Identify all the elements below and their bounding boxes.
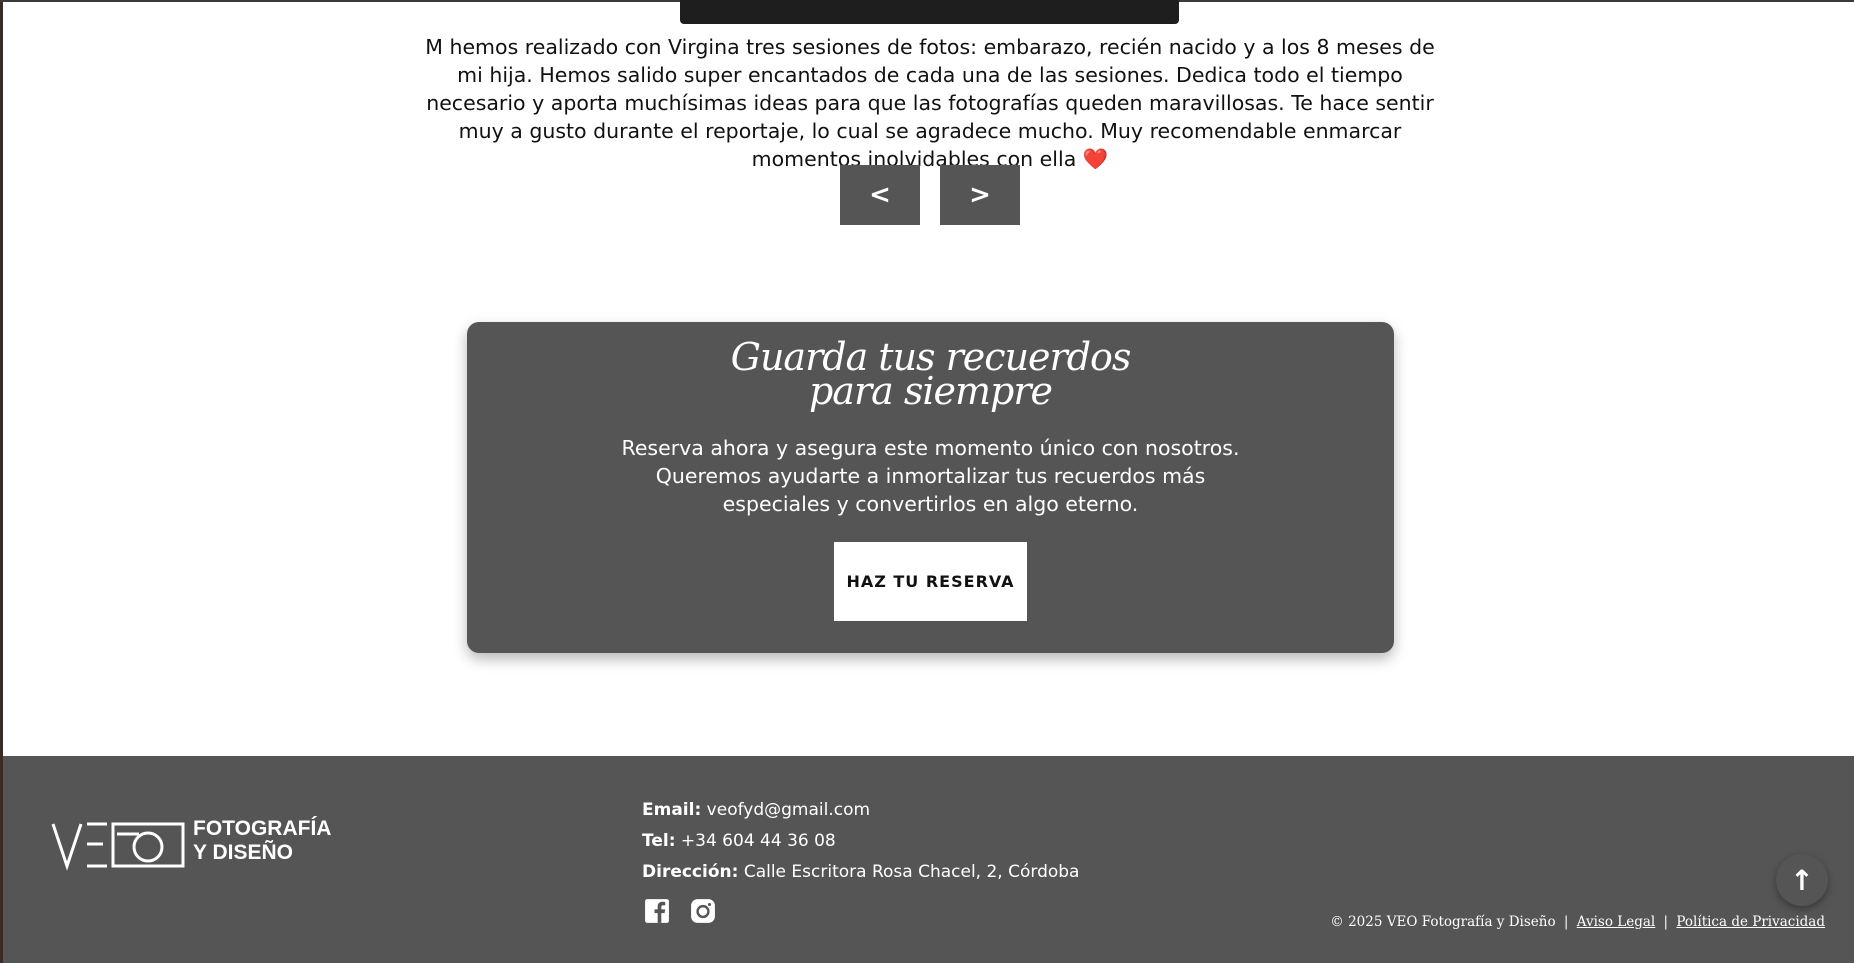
top-banner [680, 0, 1179, 24]
logo-line2: Y DISEÑO [193, 841, 293, 864]
separator: | [1563, 914, 1569, 930]
email-row: Email: veofyd@gmail.com [642, 798, 1079, 829]
scroll-to-top-button[interactable]: ↑ [1776, 854, 1828, 906]
cta-description: Reserva ahora y asegura este momento úni… [467, 434, 1394, 518]
reserve-button[interactable]: HAZ TU RESERVA [834, 542, 1027, 621]
social-links [644, 898, 716, 924]
email-value[interactable]: veofyd@gmail.com [707, 800, 870, 820]
testimonial-text: M hemos realizado con Virgina tres sesio… [420, 33, 1440, 173]
cta-title: Guarda tus recuerdos para siempre [467, 338, 1394, 413]
testimonial-body: M hemos realizado con Virgina tres sesio… [425, 35, 1435, 171]
instagram-icon[interactable] [690, 898, 716, 924]
logo-wordmark: FOTOGRAFÍA Y DISEÑO [193, 817, 331, 865]
heart-icon: ❤️ [1082, 147, 1109, 171]
address-label: Dirección: [642, 862, 739, 882]
tel-value[interactable]: +34 604 44 36 08 [681, 831, 836, 851]
prev-button[interactable]: < [840, 165, 920, 225]
next-button[interactable]: > [940, 165, 1020, 225]
tel-row: Tel: +34 604 44 36 08 [642, 829, 1079, 860]
address-value: Calle Escritora Rosa Chacel, 2, Córdoba [743, 862, 1080, 882]
address-row: Dirección: Calle Escritora Rosa Chacel, … [642, 860, 1079, 891]
cta-description-text: Reserva ahora y asegura este momento úni… [621, 436, 1240, 516]
facebook-icon[interactable] [644, 898, 670, 924]
privacy-policy-link[interactable]: Política de Privacidad [1676, 914, 1825, 930]
legal-notice-link[interactable]: Aviso Legal [1577, 914, 1655, 930]
email-label: Email: [642, 800, 702, 820]
arrow-up-icon: ↑ [1790, 863, 1814, 897]
copyright-text: © 2025 VEO Fotografía y Diseño [1330, 914, 1556, 930]
separator: | [1663, 914, 1669, 930]
tel-label: Tel: [642, 831, 676, 851]
footer: FOTOGRAFÍA Y DISEÑO Email: veofyd@gmail.… [3, 756, 1854, 963]
cta-card: Guarda tus recuerdos para siempre Reserv… [467, 322, 1394, 653]
copyright: © 2025 VEO Fotografía y Diseño | Aviso L… [1330, 914, 1825, 930]
logo-line1: FOTOGRAFÍA [193, 817, 332, 840]
cta-title-line2: para siempre [808, 369, 1053, 413]
contact-info: Email: veofyd@gmail.com Tel: +34 604 44 … [642, 798, 1079, 891]
